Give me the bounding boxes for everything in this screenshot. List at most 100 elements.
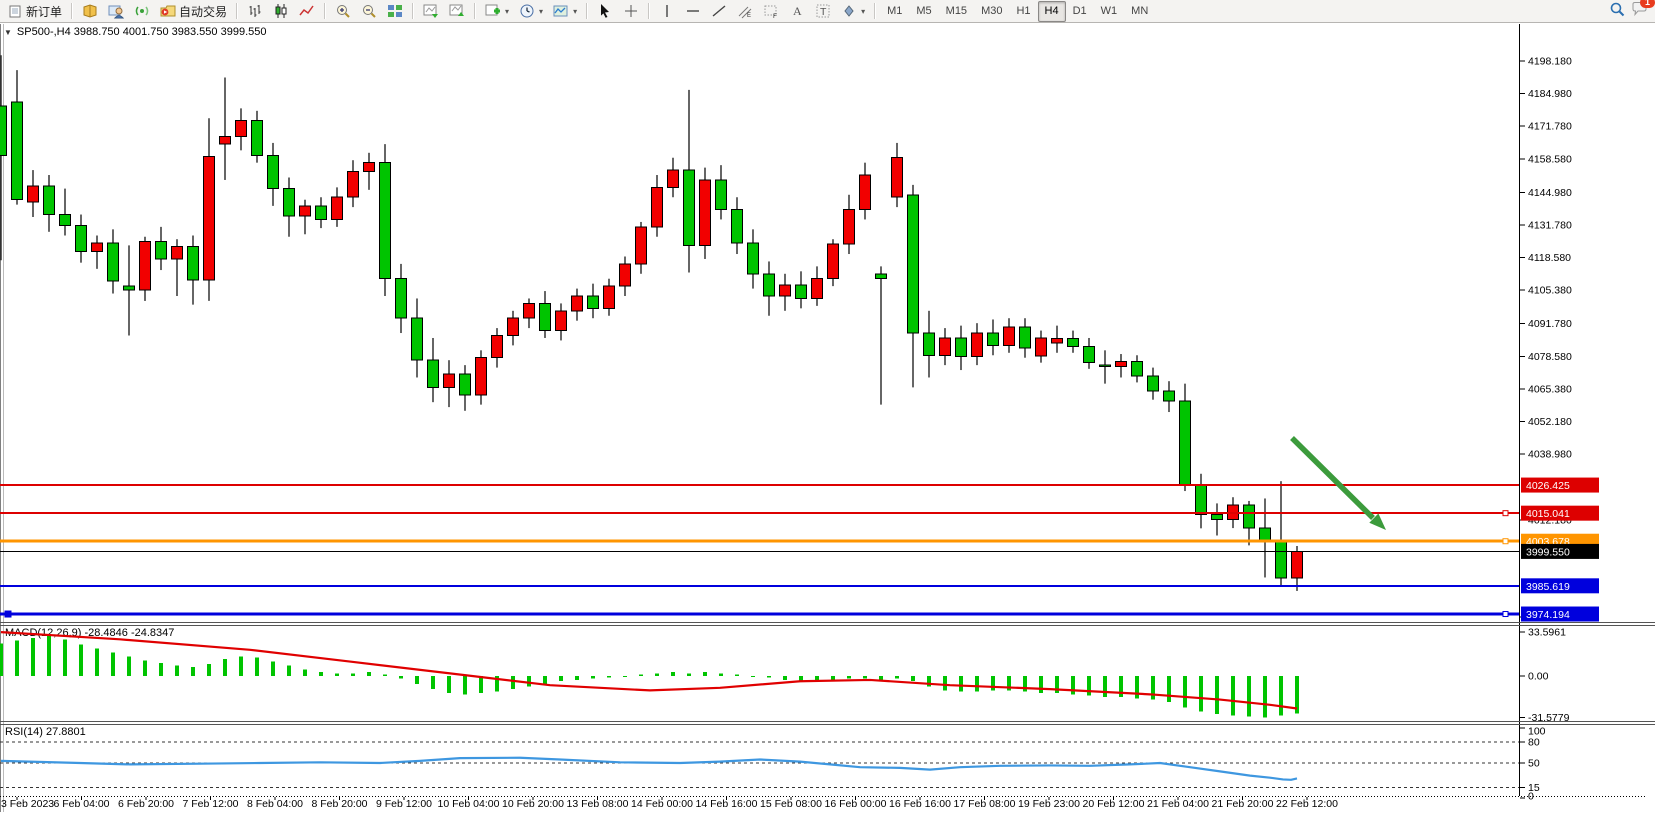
timeframe-m15-button[interactable]: M15: [939, 1, 974, 22]
macd-histogram-bar: [463, 676, 467, 694]
macd-histogram-bar: [415, 676, 419, 684]
candle-down: [956, 338, 967, 357]
rsi-axis: 1008050150: [1520, 726, 1546, 803]
zoom-out-icon[interactable]: [356, 1, 382, 22]
price-tick-label: 4144.980: [1528, 187, 1572, 199]
templates-icon[interactable]: ▾: [548, 1, 582, 22]
candlestick-chart-type-icon[interactable]: [268, 1, 294, 22]
dropdown-arrow-icon[interactable]: ▾: [505, 7, 509, 16]
candle-up: [332, 197, 343, 219]
chat-icon[interactable]: 1: [1631, 1, 1649, 22]
macd-histogram-bar: [431, 676, 435, 689]
timeframe-h4-button[interactable]: H4: [1038, 1, 1066, 22]
macd-histogram-bar: [527, 676, 531, 686]
arrows-objects-icon[interactable]: ▾: [836, 1, 870, 22]
auto-scroll-icon[interactable]: [418, 1, 444, 22]
new-order-button[interactable]: 新订单: [4, 1, 67, 22]
periods-icon-glyph: [519, 3, 535, 19]
price-badge-3974.194: 3974.194: [1526, 609, 1570, 621]
macd-axis: 33.59610.00-31.5779: [1520, 626, 1570, 723]
zoom-in-icon[interactable]: [330, 1, 356, 22]
text-icon[interactable]: A: [784, 1, 810, 22]
macd-histogram-bar: [671, 672, 675, 676]
candle-down: [428, 360, 439, 387]
toolbar: 新订单 自动交易 ▾ ▾ ▾ EFAT ▾ M1M5M15M30H1H4D1W1MN 1: [0, 0, 1655, 23]
timeframe-w1-button[interactable]: W1: [1094, 1, 1125, 22]
candle-up: [300, 206, 311, 216]
signals-icon[interactable]: [129, 1, 155, 22]
candle-up: [940, 338, 951, 355]
main-price-pane[interactable]: [0, 55, 1303, 591]
candle-down: [1260, 528, 1271, 540]
fibonacci-icon[interactable]: F: [758, 1, 784, 22]
timeframe-m5-button[interactable]: M5: [909, 1, 938, 22]
crosshair-icon[interactable]: [618, 1, 644, 22]
candle-up: [1116, 361, 1127, 366]
macd-histogram-bar: [943, 676, 947, 690]
equidistant-channel-icon[interactable]: E: [732, 1, 758, 22]
chart-canvas[interactable]: 4198.1804184.9804171.7804158.5804144.980…: [0, 0, 1655, 825]
new-chart-icon[interactable]: ▾: [480, 1, 514, 22]
price-badge-3999.550: 3999.550: [1526, 546, 1570, 558]
candle-down: [924, 333, 935, 355]
toolbar-separator: [648, 3, 650, 19]
candle-down: [284, 189, 295, 216]
candle-down: [1020, 327, 1031, 348]
down-trend-arrow[interactable]: [1292, 438, 1386, 530]
macd-histogram-bar: [1231, 676, 1235, 715]
macd-tick-label: -31.5779: [1528, 712, 1570, 724]
timeframe-m30-button[interactable]: M30: [974, 1, 1009, 22]
rsi-pane[interactable]: [0, 742, 1519, 788]
support-line-blue-2-handle[interactable]: [5, 611, 11, 617]
dropdown-arrow-icon[interactable]: ▾: [861, 7, 865, 16]
macd-histogram-bar: [1167, 676, 1171, 702]
timeframe-m1-button[interactable]: M1: [880, 1, 909, 22]
support-line-blue-2-handle[interactable]: [1503, 612, 1508, 617]
macd-tick-label: 33.5961: [1528, 626, 1566, 638]
horizontal-lines[interactable]: [0, 485, 1519, 617]
timeframe-mn-button[interactable]: MN: [1124, 1, 1155, 22]
candle-up: [860, 175, 871, 210]
timeframe-d1-button[interactable]: D1: [1066, 1, 1094, 22]
dropdown-arrow-icon[interactable]: ▾: [573, 7, 577, 16]
chart-shift-icon[interactable]: [444, 1, 470, 22]
periods-icon[interactable]: ▾: [514, 1, 548, 22]
timeframe-h1-button[interactable]: H1: [1009, 1, 1037, 22]
candle-up: [1036, 338, 1047, 356]
vertical-line-icon[interactable]: [654, 1, 680, 22]
time-tick-label: 6 Feb 20:00: [118, 798, 174, 810]
toolbar-separator: [412, 3, 414, 19]
time-tick-label: 16 Feb 00:00: [825, 798, 887, 810]
market-watch-icon[interactable]: [77, 1, 103, 22]
chart-title: SP500-,H4 3988.750 4001.750 3983.550 399…: [17, 26, 267, 38]
candle-down: [0, 106, 7, 155]
macd-histogram-bar: [479, 676, 483, 693]
candle-down: [540, 303, 551, 330]
chart-window-borders: [0, 24, 1655, 812]
text-label-icon[interactable]: T: [810, 1, 836, 22]
trendline-icon[interactable]: [706, 1, 732, 22]
toolbar-separator: [874, 3, 876, 19]
data-window-icon[interactable]: [103, 1, 129, 22]
line-chart-type-icon[interactable]: [294, 1, 320, 22]
resistance-line-2-handle[interactable]: [1503, 511, 1508, 516]
equidistant-channel-icon-glyph: E: [737, 3, 753, 19]
autotrading-button[interactable]: 自动交易: [155, 1, 232, 22]
candle-up: [636, 227, 647, 264]
collapse-icon[interactable]: ▼: [4, 28, 12, 37]
tile-windows-icon[interactable]: [382, 1, 408, 22]
search-icon[interactable]: [1609, 1, 1625, 22]
chart-title-bar[interactable]: ▼ SP500-,H4 3988.750 4001.750 3983.550 3…: [4, 25, 266, 39]
cursor-icon[interactable]: [592, 1, 618, 22]
support-line-orange-handle[interactable]: [1503, 539, 1508, 544]
horizontal-line-icon[interactable]: [680, 1, 706, 22]
macd-histogram-bar: [895, 676, 899, 679]
macd-histogram-bar: [271, 662, 275, 676]
macd-histogram-bar: [1263, 676, 1267, 717]
candle-down: [108, 243, 119, 281]
macd-signal-line: [1, 632, 1297, 708]
bar-chart-type-icon[interactable]: [242, 1, 268, 22]
dropdown-arrow-icon[interactable]: ▾: [539, 7, 543, 16]
macd-pane[interactable]: [0, 632, 1299, 717]
candle-up: [140, 242, 151, 290]
